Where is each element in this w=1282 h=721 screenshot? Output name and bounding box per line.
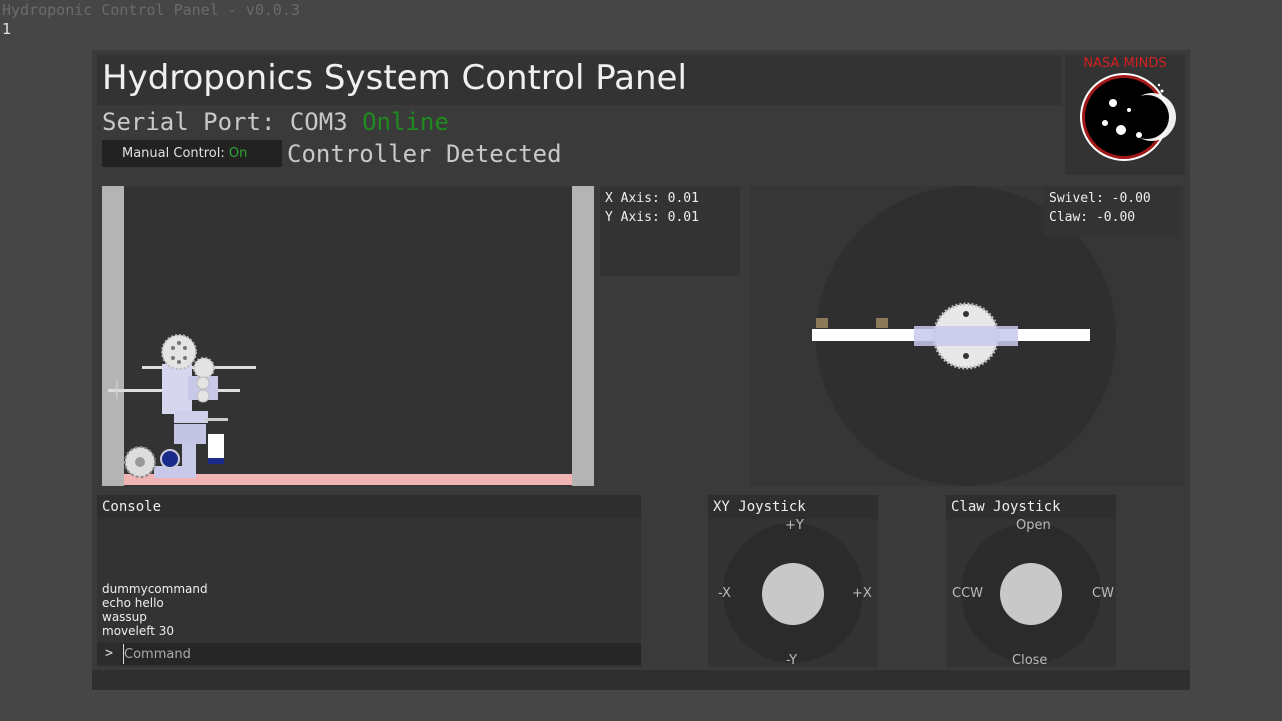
claw-cw-label: CW [1092, 586, 1114, 601]
nasa-minds-logo [1065, 55, 1185, 175]
axis-readout-area [600, 276, 740, 486]
manual-control-toggle[interactable]: Manual Control: On [102, 140, 282, 167]
claw-joystick-panel: Claw Joystick Open Close CCW CW [946, 495, 1116, 668]
xy-axis-readout: X Axis: 0.01 Y Axis: 0.01 [600, 186, 740, 276]
frame-index: 1 [2, 20, 12, 38]
console-line: echo hello [102, 596, 164, 610]
controller-status: Controller Detected [287, 140, 562, 168]
claw-close-label: Close [1012, 653, 1048, 668]
serial-port-label: Serial Port: COM3 [102, 108, 348, 136]
manual-control-label: Manual Control: [122, 146, 225, 161]
manual-control-text: Manual Control: On [122, 140, 247, 167]
console-output: dummycommand echo hello wassup moveleft … [102, 582, 208, 638]
x-axis-value: X Axis: 0.01 [605, 191, 699, 206]
page-title: Hydroponics System Control Panel [102, 58, 687, 98]
console-title: Console [102, 499, 162, 515]
command-input[interactable] [123, 644, 634, 664]
claw-readout: Swivel: -0.00 Claw: -0.00 [1044, 186, 1180, 236]
console-header: Console [97, 495, 641, 519]
y-axis-value: Y Axis: 0.01 [605, 210, 699, 225]
command-row: > [97, 643, 641, 665]
claw-joystick-knob[interactable] [1000, 563, 1062, 625]
xy-joystick-knob[interactable] [762, 563, 824, 625]
console-line: dummycommand [102, 582, 208, 596]
xy-left-label: -X [718, 586, 731, 601]
claw-ccw-label: CCW [952, 586, 984, 601]
gantry-side-drawing [108, 334, 256, 478]
console-line: wassup [102, 610, 147, 624]
logo-text: NASA MINDS [1083, 56, 1167, 71]
xy-joystick-title: XY Joystick [713, 499, 806, 515]
panel-bottom-strip [92, 670, 1190, 690]
claw-joystick-title: Claw Joystick [951, 499, 1061, 515]
claw-joystick-header: Claw Joystick [946, 495, 1116, 519]
side-view-canvas [102, 186, 594, 486]
window-title: Hydroponic Control Panel - v0.0.3 [2, 1, 301, 19]
manual-control-value: On [228, 146, 248, 161]
xy-joystick-header: XY Joystick [708, 495, 878, 519]
xy-right-label: +X [852, 586, 872, 601]
serial-status: Online [362, 108, 449, 136]
console-panel: Console dummycommand echo hello wassup m… [97, 495, 641, 667]
xy-down-label: -Y [786, 653, 798, 668]
claw-value: Claw: -0.00 [1049, 210, 1136, 225]
serial-port-row: Serial Port: COM3 Online [102, 108, 449, 136]
swivel-value: Swivel: -0.00 [1049, 191, 1151, 206]
command-prompt-button[interactable]: > [97, 643, 121, 665]
claw-open-label: Open [1016, 518, 1051, 533]
console-line: moveleft 30 [102, 624, 175, 638]
logo-emblem-icon [1080, 73, 1176, 161]
xy-joystick-panel: XY Joystick +Y -Y -X +X [708, 495, 878, 668]
xy-up-label: +Y [785, 518, 804, 533]
